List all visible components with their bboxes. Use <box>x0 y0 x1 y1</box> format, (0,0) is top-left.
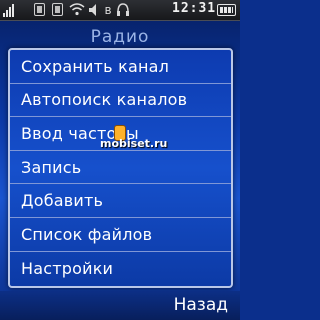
clock: 12:31 <box>172 1 217 16</box>
menu-item-label: Автопоиск каналов <box>21 90 188 110</box>
menu-item-auto-search[interactable]: Автопоиск каналов <box>10 84 231 118</box>
battery-icon <box>217 4 236 16</box>
sim-icon <box>34 3 45 16</box>
menu-item-label: Добавить <box>21 191 104 211</box>
bluetooth-icon: ʙ <box>104 3 112 17</box>
status-bar: ʙ 12:31 <box>0 0 240 21</box>
menu-item-label: Сохранить канал <box>21 56 170 76</box>
menu-item-add[interactable]: Добавить <box>10 184 231 218</box>
menu-item-record[interactable]: Запись <box>10 151 231 185</box>
menu-item-settings[interactable]: Настройки <box>10 252 231 286</box>
menu-item-save-channel[interactable]: Сохранить канал <box>10 50 231 84</box>
menu-item-label: Запись <box>21 157 82 177</box>
card-icon <box>52 3 63 16</box>
menu-item-file-list[interactable]: Список файлов <box>10 218 231 252</box>
softkey-bar: Назад <box>0 291 240 320</box>
signal-icon <box>3 2 15 18</box>
headset-icon <box>117 3 129 16</box>
phone-screen: ʙ 12:31 Радио Сохранить канал Автопоиск … <box>0 0 240 320</box>
wifi-icon <box>69 3 85 16</box>
watermark: mobiset.ru <box>100 125 180 155</box>
screen-title: Радио <box>90 27 150 47</box>
speaker-icon <box>89 4 96 16</box>
back-softkey[interactable]: Назад <box>174 295 228 315</box>
menu-item-label: Список файлов <box>21 224 153 244</box>
watermark-text: mobiset.ru <box>100 137 168 150</box>
menu-item-label: Настройки <box>21 258 114 278</box>
options-menu: Сохранить канал Автопоиск каналов Ввод ч… <box>8 48 233 288</box>
